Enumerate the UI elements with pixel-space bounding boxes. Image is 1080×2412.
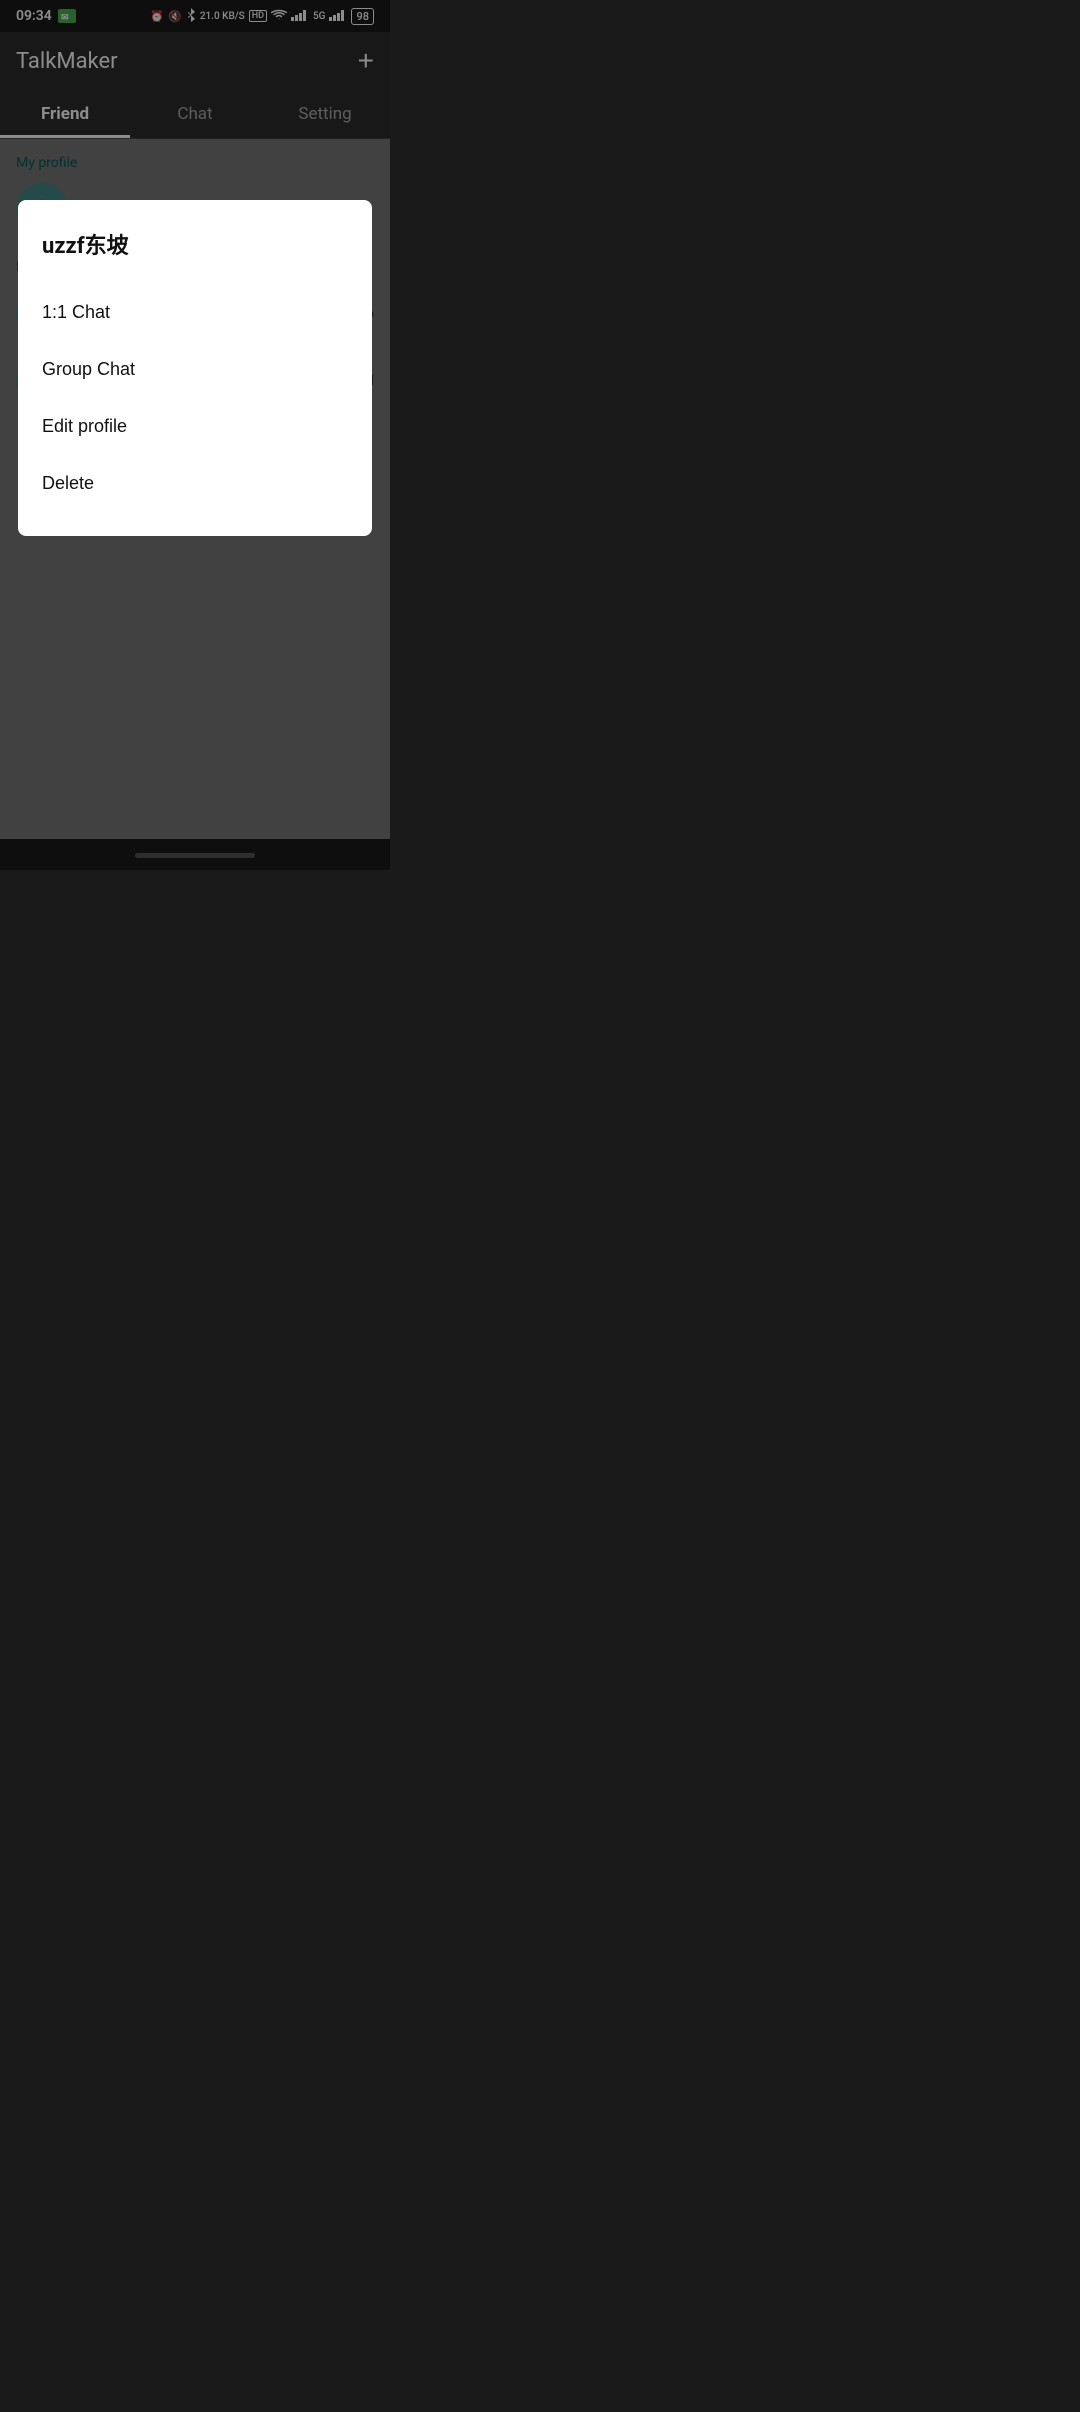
- dialog-title: uzzf东坡: [42, 228, 348, 260]
- one-to-one-chat-button[interactable]: 1:1 Chat: [42, 284, 348, 341]
- delete-button[interactable]: Delete: [42, 455, 348, 512]
- context-menu-dialog: uzzf东坡 1:1 Chat Group Chat Edit profile …: [18, 200, 372, 536]
- group-chat-button[interactable]: Group Chat: [42, 341, 348, 398]
- edit-profile-button[interactable]: Edit profile: [42, 398, 348, 455]
